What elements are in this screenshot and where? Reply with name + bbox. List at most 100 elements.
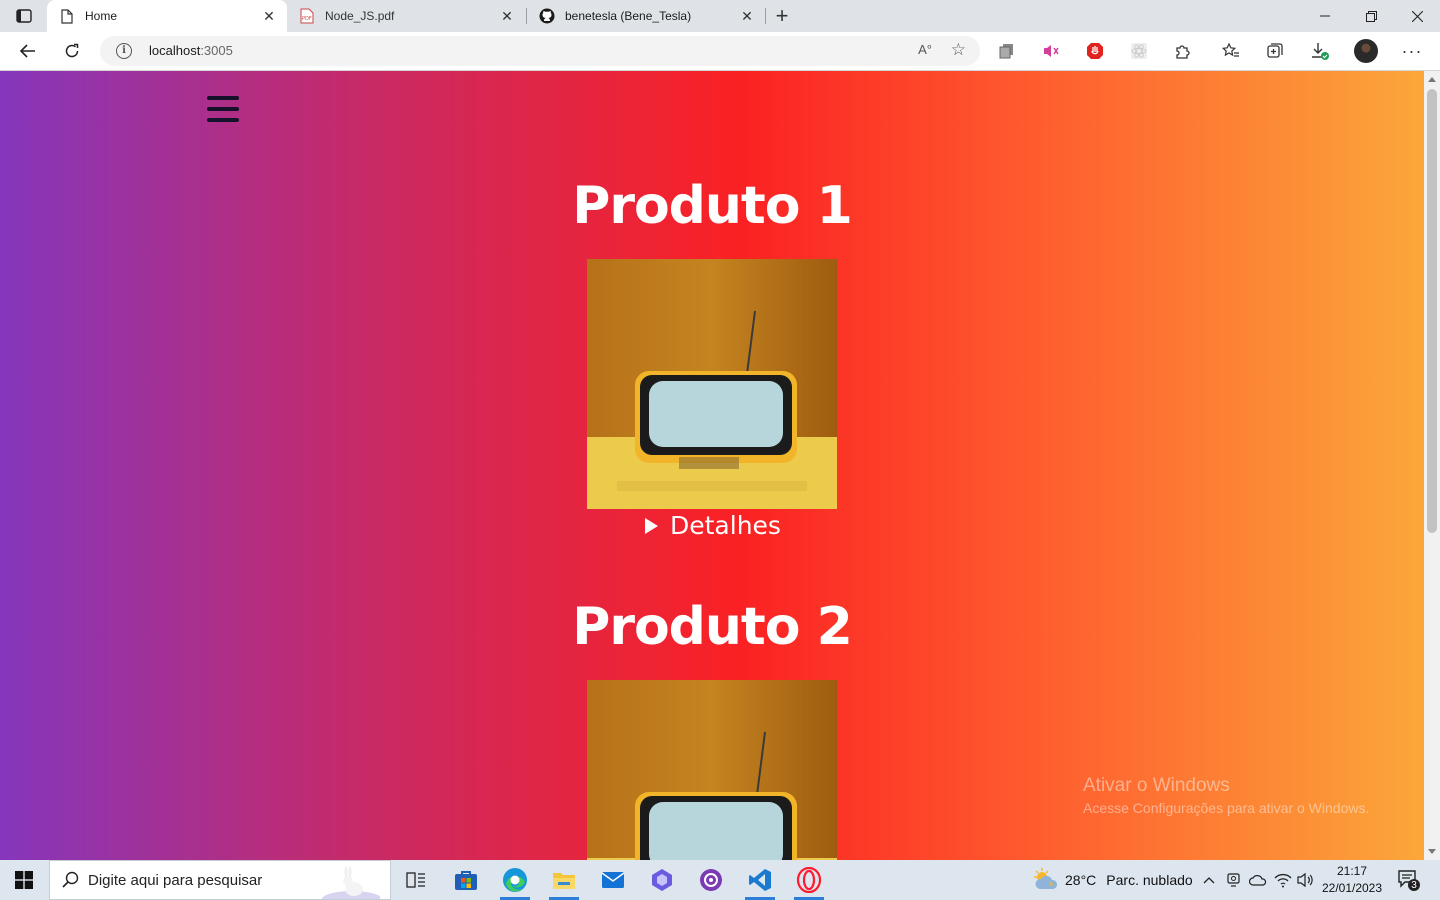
product-details-toggle[interactable]: Detalhes (645, 511, 781, 540)
show-hidden-icons-button[interactable] (1199, 860, 1219, 900)
copilot-app[interactable] (639, 860, 685, 900)
weather-widget[interactable]: 28°C Parc. nublado (1031, 860, 1193, 900)
page-scrollbar[interactable] (1424, 71, 1440, 860)
pdf-icon: PDF (299, 8, 315, 24)
taskbar-clock[interactable]: 21:17 22/01/2023 (1316, 863, 1388, 897)
close-tab-icon[interactable]: ✕ (737, 6, 757, 26)
product-title: Produto 2 (572, 597, 853, 657)
webcam-icon (1227, 873, 1240, 887)
task-view-button[interactable] (393, 860, 439, 900)
github-desktop-app[interactable] (688, 860, 734, 900)
rabbit-icon (322, 866, 380, 899)
avatar (1354, 39, 1378, 63)
onedrive-button[interactable] (1247, 860, 1269, 900)
watermark-title: Ativar o Windows (1083, 775, 1230, 796)
add-favorite-icon[interactable]: ☆ (951, 40, 966, 60)
refresh-button[interactable] (57, 37, 87, 65)
chevron-up-icon (1203, 877, 1215, 884)
action-center-button[interactable]: 3 (1396, 868, 1422, 892)
favorites-icon (1222, 43, 1239, 57)
extension-collections-button[interactable] (992, 37, 1022, 65)
site-info-icon[interactable]: i (116, 43, 132, 59)
tab-strip: Home ✕ PDF Node_JS.pdf ✕ benetesla (Bene… (0, 0, 1440, 32)
speaker-icon (1297, 872, 1313, 888)
more-icon: ··· (1401, 40, 1423, 61)
download-icon (1312, 43, 1329, 60)
scroll-down-icon[interactable] (1428, 849, 1436, 854)
react-devtools-icon (1131, 43, 1147, 59)
wifi-icon (1274, 873, 1292, 888)
volume-button[interactable] (1295, 860, 1317, 900)
back-arrow-icon (20, 44, 35, 58)
url-text[interactable]: localhost:3005 (149, 43, 233, 58)
github-icon (539, 8, 555, 24)
downloads-button[interactable] (1305, 37, 1335, 65)
tab-home[interactable]: Home ✕ (47, 0, 287, 32)
notification-icon (1398, 870, 1420, 891)
svg-text:PDF: PDF (302, 16, 312, 22)
mail-icon (601, 872, 625, 888)
edge-browser-icon (503, 868, 527, 892)
adblock-icon (1087, 43, 1103, 59)
tab-node-js-pdf[interactable]: PDF Node_JS.pdf ✕ (287, 0, 525, 32)
minimize-icon (1320, 15, 1330, 17)
copy-extension-icon (999, 44, 1013, 59)
extensions-button[interactable] (1168, 37, 1198, 65)
meet-now-button[interactable] (1224, 860, 1244, 900)
github-desktop-icon (700, 869, 722, 891)
weather-description: Parc. nublado (1106, 872, 1193, 888)
extension-sound-button[interactable] (1036, 37, 1066, 65)
vscode-icon (749, 869, 771, 891)
extension-react-button[interactable] (1124, 37, 1154, 65)
extension-adblock-button[interactable] (1080, 37, 1110, 65)
file-explorer-app[interactable] (541, 860, 587, 900)
task-view-icon (406, 872, 425, 888)
disclosure-triangle-icon (645, 517, 658, 534)
sound-icon (1044, 45, 1059, 57)
tab-github[interactable]: benetesla (Bene_Tesla) ✕ (527, 0, 765, 32)
notification-count: 3 (1411, 880, 1417, 891)
clock-time: 21:17 (1336, 864, 1368, 878)
collections-button[interactable] (1260, 37, 1290, 65)
vscode-app[interactable] (737, 860, 783, 900)
hexagon-app-icon (652, 869, 672, 891)
puzzle-icon (1176, 45, 1190, 59)
windows-logo-icon (15, 871, 33, 889)
search-icon (62, 871, 79, 888)
microsoft-store-icon (455, 871, 477, 890)
store-app[interactable] (443, 860, 489, 900)
tab-actions-button[interactable] (8, 5, 40, 27)
windows-taskbar: Digite aqui para pesquisar 28°C Parc. nu… (0, 860, 1440, 900)
page-content: Produto 1 Detalhes Produto 2 Ativar o Wi… (0, 71, 1424, 860)
favorites-button[interactable] (1216, 37, 1246, 65)
new-tab-button[interactable]: + (770, 3, 794, 28)
weather-partly-cloudy-icon (1034, 868, 1058, 889)
tab-title: benetesla (Bene_Tesla) (565, 9, 692, 23)
tab-title: Home (85, 9, 118, 23)
watermark-subtitle: Acesse Configurações para ativar o Windo… (1083, 800, 1370, 816)
scroll-up-icon[interactable] (1428, 77, 1436, 82)
close-icon (1411, 10, 1423, 22)
hamburger-menu-icon[interactable] (207, 96, 239, 122)
mail-app[interactable] (590, 860, 636, 900)
close-tab-icon[interactable]: ✕ (497, 6, 517, 26)
start-button[interactable] (0, 860, 48, 900)
tab-title: Node_JS.pdf (325, 9, 395, 23)
minimize-button[interactable] (1302, 0, 1348, 32)
edge-app[interactable] (492, 860, 538, 900)
folder-icon (553, 873, 575, 889)
address-bar[interactable]: i localhost:3005 A° ☆ (100, 36, 980, 66)
restore-button[interactable] (1348, 0, 1394, 32)
opera-app[interactable] (786, 860, 832, 900)
taskbar-search[interactable]: Digite aqui para pesquisar (49, 860, 391, 900)
windows-activation-watermark: Ativar o Windows Acesse Configurações pa… (1083, 775, 1369, 816)
close-tab-icon[interactable]: ✕ (259, 6, 279, 26)
details-label: Detalhes (670, 511, 781, 540)
back-button[interactable] (13, 37, 43, 65)
scrollbar-thumb[interactable] (1427, 89, 1437, 533)
read-aloud-icon[interactable]: A° (918, 42, 932, 57)
profile-button[interactable] (1351, 37, 1381, 65)
close-window-button[interactable] (1394, 0, 1440, 32)
settings-menu-button[interactable]: ··· (1397, 37, 1427, 65)
network-button[interactable] (1272, 860, 1294, 900)
